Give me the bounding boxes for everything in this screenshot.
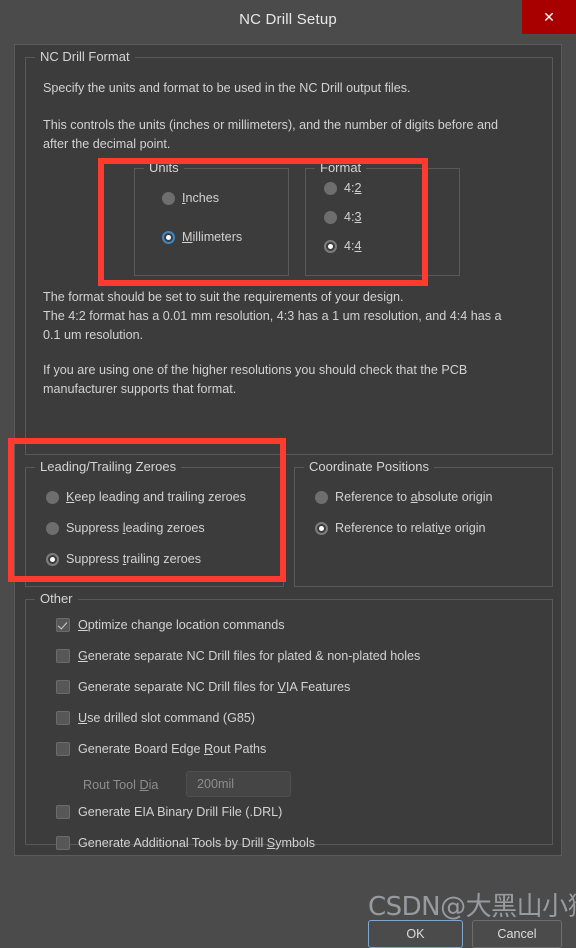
group-legend-format: Format <box>315 160 367 175</box>
checkbox-indicator-icon <box>56 649 70 663</box>
checkbox-label-rout-paths: out Paths <box>213 742 267 756</box>
title-bar: NC Drill Setup ✕ <box>0 0 576 38</box>
checkbox-indicator-icon <box>56 805 70 819</box>
group-other: Other Optimize change location commands … <box>25 591 553 850</box>
radio-units-millimeters[interactable]: Millimeters <box>162 230 242 244</box>
checkbox-label-via: IA Features <box>285 680 351 694</box>
nc-format-paragraph-2: This controls the units (inches or milli… <box>43 118 498 151</box>
group-leading-trailing-zeroes: Leading/Trailing Zeroes Keep leading and… <box>25 459 284 587</box>
checkbox-generate-additional-tools[interactable]: Generate Additional Tools by Drill Symbo… <box>56 836 315 850</box>
checkbox-generate-via-features[interactable]: Generate separate NC Drill files for VIA… <box>56 680 350 694</box>
window-title: NC Drill Setup <box>239 10 337 28</box>
radio-indicator-icon <box>46 521 59 535</box>
checkbox-optimize-change-location[interactable]: Optimize change location commands <box>56 618 285 632</box>
dialog-body: NC Drill Format Specify the units and fo… <box>0 38 576 948</box>
radio-indicator-icon <box>324 181 337 195</box>
rout-tool-dia-label: Rout Tool Dia <box>83 778 159 792</box>
checkbox-indicator-icon <box>56 836 70 850</box>
radio-label-suppress-trailing: railing zeroes <box>126 552 202 566</box>
group-legend-nc-drill-format: NC Drill Format <box>35 49 135 64</box>
radio-reference-relative-origin[interactable]: Reference to relative origin <box>315 521 486 535</box>
radio-suppress-leading-zeroes[interactable]: Suppress leading zeroes <box>46 521 205 535</box>
group-units: Units Inches Millimeters <box>134 160 289 276</box>
radio-label-inches: nches <box>185 191 220 205</box>
radio-indicator-icon <box>315 521 328 535</box>
checkbox-generate-plated-nonplated[interactable]: Generate separate NC Drill files for pla… <box>56 649 420 663</box>
radio-reference-absolute-origin[interactable]: Reference to absolute origin <box>315 490 493 504</box>
group-format: Format 4:2 4:3 4:4 <box>305 160 460 276</box>
radio-label-suppress-leading: eading zeroes <box>125 521 205 535</box>
group-nc-drill-format: NC Drill Format Specify the units and fo… <box>25 49 553 455</box>
radio-label-4-2: 2 <box>354 181 362 195</box>
checkbox-indicator-icon <box>56 742 70 756</box>
radio-format-4-4[interactable]: 4:4 <box>324 239 362 253</box>
group-legend-other: Other <box>35 591 78 606</box>
radio-indicator-icon <box>315 490 328 504</box>
radio-label-relative: e origin <box>444 521 486 535</box>
radio-indicator-icon <box>162 191 175 205</box>
checkbox-label-plated: enerate separate NC Drill files for plat… <box>87 649 421 663</box>
group-legend-leading-trailing-zeroes: Leading/Trailing Zeroes <box>35 459 182 474</box>
nc-format-paragraph-4: If you are using one of the higher resol… <box>43 363 468 396</box>
checkbox-label-optimize: ptimize change location commands <box>87 618 285 632</box>
radio-indicator-icon <box>162 230 175 244</box>
checkbox-label-g85: se drilled slot command (G85) <box>87 711 256 725</box>
ok-button[interactable]: OK <box>368 920 463 948</box>
checkbox-generate-eia-binary[interactable]: Generate EIA Binary Drill File (.DRL) <box>56 805 282 819</box>
radio-indicator-icon <box>46 490 59 504</box>
radio-label-4-3: 3 <box>354 210 362 224</box>
checkbox-generate-board-edge-rout[interactable]: Generate Board Edge Rout Paths <box>56 742 266 756</box>
radio-label-millimeters: illimeters <box>192 230 243 244</box>
radio-units-inches[interactable]: Inches <box>162 191 219 205</box>
checkbox-indicator-icon <box>56 618 70 632</box>
checkbox-use-drilled-slot-command[interactable]: Use drilled slot command (G85) <box>56 711 255 725</box>
close-button[interactable]: ✕ <box>522 0 576 34</box>
radio-suppress-trailing-zeroes[interactable]: Suppress trailing zeroes <box>46 552 201 566</box>
radio-indicator-icon <box>324 239 337 253</box>
content-panel: NC Drill Format Specify the units and fo… <box>14 44 562 856</box>
radio-label-absolute: bsolute origin <box>417 490 493 504</box>
radio-indicator-icon <box>46 552 59 566</box>
nc-format-paragraph-3: The format should be set to suit the req… <box>43 290 502 342</box>
close-icon: ✕ <box>543 9 555 25</box>
radio-label-keep-zeroes: eep leading and trailing zeroes <box>74 490 246 504</box>
group-coordinate-positions: Coordinate Positions Reference to absolu… <box>294 459 553 587</box>
nc-format-paragraph-1: Specify the units and format to be used … <box>43 81 411 95</box>
radio-indicator-icon <box>324 210 337 224</box>
radio-keep-leading-trailing-zeroes[interactable]: Keep leading and trailing zeroes <box>46 490 246 504</box>
radio-format-4-2[interactable]: 4:2 <box>324 181 362 195</box>
group-legend-coordinate-positions: Coordinate Positions <box>304 459 434 474</box>
cancel-button[interactable]: Cancel <box>472 920 562 948</box>
group-legend-units: Units <box>144 160 184 175</box>
radio-label-4-4: 4 <box>354 239 362 253</box>
radio-format-4-3[interactable]: 4:3 <box>324 210 362 224</box>
checkbox-indicator-icon <box>56 680 70 694</box>
checkbox-indicator-icon <box>56 711 70 725</box>
rout-tool-dia-input[interactable] <box>186 771 291 797</box>
